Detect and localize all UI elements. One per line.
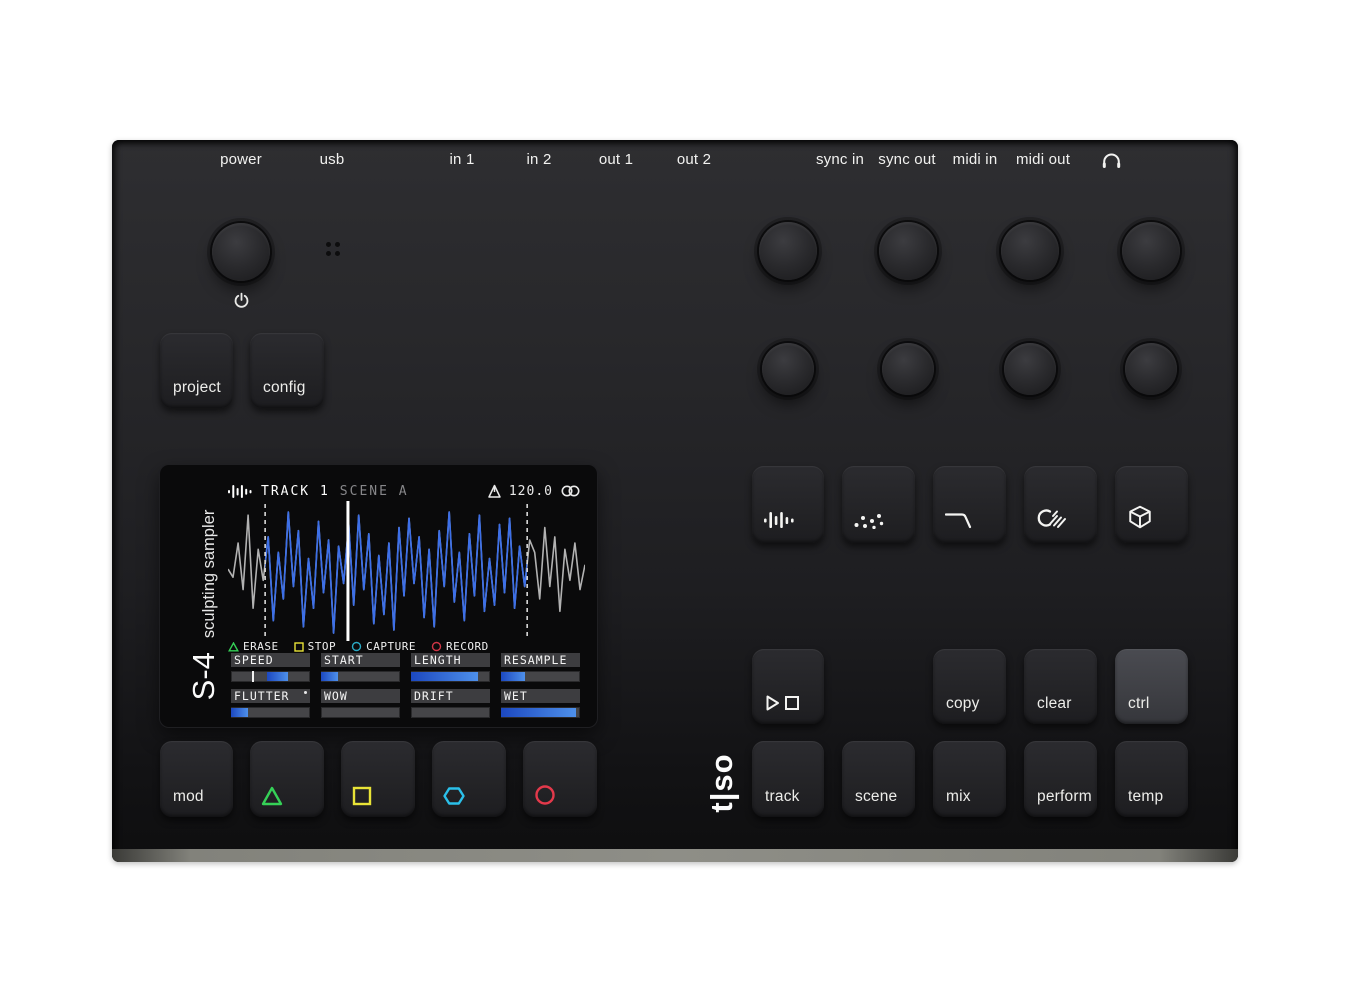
tape-button[interactable] [1024, 466, 1097, 543]
space-button[interactable] [1115, 466, 1188, 543]
slider-resample[interactable]: RESAMPLE [501, 653, 580, 682]
pad-square-button[interactable] [341, 741, 415, 817]
mix-button-label: mix [946, 788, 971, 806]
legend-record-label: RECORD [446, 640, 489, 653]
slider-grid: SPEED START LENGTH RESAMPLE FLUTTER WOW DRIFT W… [231, 653, 580, 718]
legend-erase: ERASE [228, 640, 279, 653]
square-pad-icon [352, 786, 372, 806]
temp-button-label: temp [1128, 788, 1163, 806]
cube-icon [1127, 505, 1153, 529]
pad-triangle-button[interactable] [250, 741, 324, 817]
legend-stop: STOP [294, 640, 337, 653]
clear-button[interactable]: clear [1024, 649, 1097, 724]
model-name: S-4 [186, 652, 222, 700]
perform-button[interactable]: perform [1024, 741, 1097, 817]
legend-capture-label: CAPTURE [366, 640, 416, 653]
pad-circle-button[interactable] [523, 741, 597, 817]
temp-button[interactable]: temp [1115, 741, 1188, 817]
legend-erase-label: ERASE [243, 640, 279, 653]
play-stop-button[interactable] [752, 649, 824, 724]
waveform-svg[interactable] [228, 501, 585, 641]
config-button-label: config [263, 379, 306, 397]
transport-legend: ERASE STOP CAPTURE RECORD [228, 640, 489, 653]
power-symbol-icon [233, 292, 250, 309]
record-circle-icon [431, 641, 442, 652]
slider-speed[interactable]: SPEED [231, 653, 310, 682]
midi-out-jack-label: midi out [998, 151, 1088, 168]
play-stop-icon [766, 695, 802, 711]
ctrl-button[interactable]: ctrl [1115, 649, 1188, 724]
clear-button-label: clear [1037, 695, 1072, 713]
grain-dots-icon [854, 511, 884, 529]
encoder-knob-3[interactable] [1001, 222, 1059, 280]
headphones-icon [1101, 150, 1122, 170]
granular-engine-button[interactable] [842, 466, 915, 543]
slider-length[interactable]: LENGTH [411, 653, 490, 682]
model-branding: S-4 sculpting sampler [186, 465, 230, 745]
legend-capture: CAPTURE [351, 640, 416, 653]
model-subtitle: sculpting sampler [200, 510, 219, 638]
slider-wet[interactable]: WET [501, 689, 580, 718]
mix-button[interactable]: mix [933, 741, 1006, 817]
encoder-knob-6[interactable] [882, 343, 934, 395]
encoder-knob-7[interactable] [1004, 343, 1056, 395]
project-button[interactable]: project [160, 333, 233, 408]
track-button[interactable]: track [752, 741, 824, 817]
circle-pad-icon [534, 784, 556, 806]
project-button-label: project [173, 379, 221, 397]
track-indicator[interactable]: TRACK 1 [261, 484, 330, 499]
copy-button-label: copy [946, 695, 980, 713]
encoder-knob-2[interactable] [879, 222, 937, 280]
s4-device-panel: power usb in 1 in 2 out 1 out 2 sync in … [112, 140, 1238, 862]
product-stage: power usb in 1 in 2 out 1 out 2 sync in … [0, 0, 1350, 1003]
capture-circle-icon [351, 641, 362, 652]
ctrl-button-label: ctrl [1128, 695, 1149, 713]
track-waveform-icon [228, 484, 252, 499]
scene-button[interactable]: scene [842, 741, 915, 817]
encoder-knob-4[interactable] [1122, 222, 1180, 280]
usb-jack-label: usb [287, 151, 377, 168]
out1-jack-label: out 1 [571, 151, 661, 168]
tape-reel-icon [1036, 507, 1068, 529]
device-bottom-bevel [112, 849, 1238, 862]
stop-square-icon [294, 642, 304, 652]
metronome-icon [487, 484, 502, 499]
encoder-knob-1[interactable] [759, 222, 817, 280]
power-knob[interactable] [212, 223, 270, 281]
screen-header: TRACK 1 SCENE A 120.0 [228, 482, 581, 500]
mod-button[interactable]: mod [160, 741, 233, 817]
slider-flutter[interactable]: FLUTTER [231, 689, 310, 718]
sample-engine-button[interactable] [752, 466, 824, 543]
waveform-icon [764, 511, 794, 529]
triangle-pad-icon [261, 786, 283, 806]
copy-button[interactable]: copy [933, 649, 1006, 724]
slider-start[interactable]: START [321, 653, 400, 682]
hexagon-pad-icon [443, 786, 465, 806]
legend-record: RECORD [431, 640, 489, 653]
scene-button-label: scene [855, 788, 897, 806]
track-button-label: track [765, 788, 800, 806]
usb-indicator-dots [326, 242, 340, 256]
display-screen: S-4 sculpting sampler TRACK 1 SCENE A 12… [160, 465, 597, 727]
filter-button[interactable] [933, 466, 1006, 543]
brand-logo: t|so [702, 723, 742, 843]
encoder-knob-8[interactable] [1125, 343, 1177, 395]
legend-stop-label: STOP [308, 640, 337, 653]
tempo-value[interactable]: 120.0 [509, 484, 553, 499]
erase-triangle-icon [228, 642, 239, 652]
sync-link-icon [560, 484, 581, 498]
power-jack-label: power [196, 151, 286, 168]
config-button[interactable]: config [250, 333, 324, 408]
slider-wow[interactable]: WOW [321, 689, 400, 718]
scene-indicator[interactable]: SCENE A [340, 484, 409, 499]
pad-hexagon-button[interactable] [432, 741, 506, 817]
slider-drift[interactable]: DRIFT [411, 689, 490, 718]
out2-jack-label: out 2 [649, 151, 739, 168]
filter-curve-icon [945, 509, 975, 529]
perform-button-label: perform [1037, 788, 1092, 806]
encoder-knob-5[interactable] [762, 343, 814, 395]
mod-button-label: mod [173, 788, 204, 806]
